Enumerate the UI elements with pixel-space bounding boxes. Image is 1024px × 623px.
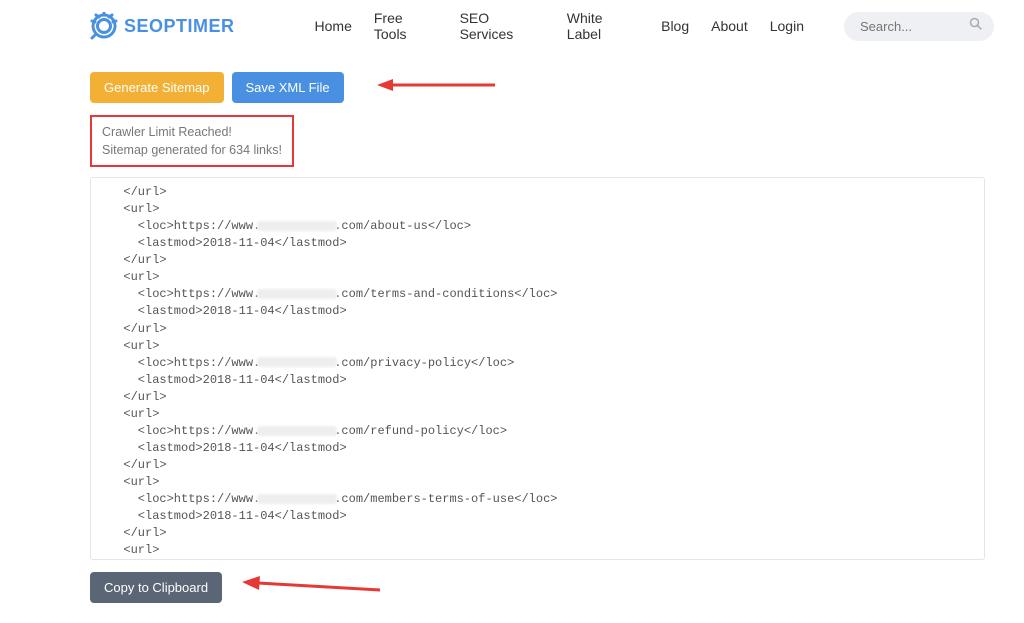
copy-to-clipboard-button[interactable]: Copy to Clipboard: [90, 572, 222, 603]
redacted-domain: [257, 221, 337, 231]
logo[interactable]: SEOPTIMER: [90, 12, 235, 40]
nav-blog[interactable]: Blog: [661, 18, 689, 34]
top-nav: Home Free Tools SEO Services White Label…: [315, 10, 804, 42]
annotation-arrow-icon: [242, 575, 382, 600]
status-line-2: Sitemap generated for 634 links!: [102, 141, 282, 159]
redacted-domain: [257, 289, 337, 299]
redacted-domain: [257, 426, 337, 436]
annotation-arrow-icon: [377, 76, 497, 99]
status-box: Crawler Limit Reached! Sitemap generated…: [90, 115, 294, 167]
button-row: Generate Sitemap Save XML File: [90, 72, 1024, 103]
nav-home[interactable]: Home: [315, 18, 352, 34]
header: SEOPTIMER Home Free Tools SEO Services W…: [0, 0, 1024, 52]
logo-icon: [90, 12, 118, 40]
redacted-domain: [257, 494, 337, 504]
nav-white-label[interactable]: White Label: [567, 10, 639, 42]
copy-row: Copy to Clipboard: [90, 572, 1024, 603]
save-xml-button[interactable]: Save XML File: [232, 72, 344, 103]
logo-text: SEOPTIMER: [124, 16, 235, 37]
search-wrap: [844, 12, 994, 41]
sitemap-xml-output[interactable]: </url> <url> <loc>https://www..com/about…: [90, 177, 985, 560]
generate-sitemap-button[interactable]: Generate Sitemap: [90, 72, 224, 103]
redacted-domain: [257, 357, 337, 367]
nav-about[interactable]: About: [711, 18, 748, 34]
nav-free-tools[interactable]: Free Tools: [374, 10, 438, 42]
main: Generate Sitemap Save XML File Crawler L…: [0, 52, 1024, 623]
status-line-1: Crawler Limit Reached!: [102, 123, 282, 141]
nav-seo-services[interactable]: SEO Services: [460, 10, 545, 42]
search-icon: [969, 17, 982, 35]
nav-login[interactable]: Login: [770, 18, 804, 34]
